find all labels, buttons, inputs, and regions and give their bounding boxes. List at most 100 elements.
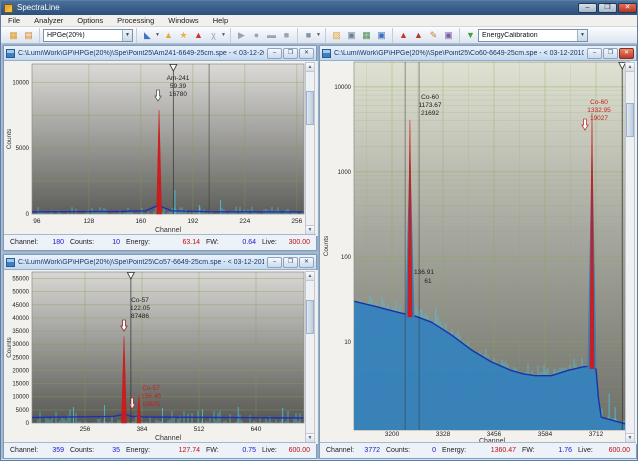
detector-config-icon[interactable]: ▦ (6, 28, 21, 42)
window-co57-titlebar[interactable]: C:\Lumi\Work\GP\HPGe(20%)\Spe\Point25\Co… (4, 255, 316, 270)
app-icon (4, 4, 13, 13)
svg-text:10: 10 (344, 340, 351, 346)
menu-item-windows[interactable]: Windows (161, 15, 205, 27)
vertical-scrollbar[interactable]: ▲ ▼ (305, 271, 315, 443)
peak-star-icon[interactable]: ★ (176, 28, 191, 42)
svg-text:10000: 10000 (334, 85, 351, 91)
svg-text:55000: 55000 (12, 277, 29, 283)
minimize-button[interactable]: – (578, 3, 597, 13)
svg-text:100: 100 (341, 255, 352, 261)
svg-text:3328: 3328 (436, 431, 451, 438)
record-icon[interactable]: ● (249, 28, 264, 42)
svg-text:224: 224 (239, 218, 250, 225)
status-field-fw: FW:1.76 (519, 447, 575, 454)
scroll-down-icon[interactable]: ▼ (306, 433, 314, 442)
peak-fit-icon[interactable]: ▲ (191, 28, 206, 42)
roi-edit-icon[interactable]: ▲ (411, 28, 426, 42)
chi-square-icon[interactable]: χ (206, 28, 221, 42)
toolbar: ▦▤HPGe(20%)▼◣▼▲★▲χ▼▶●▬■■▼▨▣▦▣▲▲✎▣▼Energy… (1, 27, 638, 44)
spectra-list-icon[interactable]: ▤ (21, 28, 36, 42)
window-co60: C:\Lumi\Work\GP\HPGe(20%)\Spe\Point25\Co… (319, 45, 637, 459)
detector-select-value: HPGe(20%) (44, 32, 122, 39)
spectrum-plot-co60[interactable]: Co-601173.6721692Co-601332.9519027136.91… (320, 61, 638, 444)
roi-add-icon[interactable]: ▲ (396, 28, 411, 42)
scroll-up-icon[interactable]: ▲ (306, 272, 314, 281)
peak-edit-icon[interactable]: ✎ (426, 28, 441, 42)
window-co60-close-button[interactable]: ✕ (619, 48, 634, 59)
menu-item-processing[interactable]: Processing (110, 15, 161, 27)
svg-text:50000: 50000 (12, 290, 29, 296)
save-spectrum-icon[interactable]: ▣ (344, 28, 359, 42)
detector-select[interactable]: HPGe(20%)▼ (43, 29, 133, 42)
menu-bar: FileAnalyzerOptionsProcessingWindowsHelp (1, 15, 638, 27)
pause-icon[interactable]: ▬ (264, 28, 279, 42)
chevron-down-icon[interactable]: ▼ (316, 32, 322, 38)
calibration-icon[interactable]: ▼ (463, 28, 478, 42)
menu-item-file[interactable]: File (1, 15, 27, 27)
scroll-thumb[interactable] (306, 91, 314, 125)
app-title: SpectraLine (17, 1, 60, 15)
window-am241-close-button[interactable]: ✕ (299, 48, 314, 59)
svg-text:384: 384 (137, 426, 148, 433)
window-co57-minimize-button[interactable]: – (267, 257, 282, 268)
chevron-down-icon[interactable]: ▼ (122, 30, 132, 41)
scroll-thumb[interactable] (626, 103, 634, 137)
spectrum-file-icon (6, 258, 15, 267)
start-acquisition-icon[interactable]: ▶ (234, 28, 249, 42)
menu-item-options[interactable]: Options (70, 15, 110, 27)
window-am241-titlebar[interactable]: C:\Lumi\Work\GP\HPGe(20%)\Spe\Point25\Am… (4, 46, 316, 61)
svg-text:Channel: Channel (155, 435, 182, 442)
spectrum-file-icon (322, 49, 331, 58)
window-co60-title: C:\Lumi\Work\GP\HPGe(20%)\Spe\Point25\Co… (334, 50, 584, 57)
scroll-up-icon[interactable]: ▲ (306, 63, 314, 72)
chevron-down-icon[interactable]: ▼ (577, 30, 587, 41)
spectrum-plot-am241[interactable]: Am-24159.3916780961281601922242560500010… (4, 61, 318, 236)
svg-text:128: 128 (83, 218, 94, 225)
status-field-channel: Channel:3772 (323, 447, 383, 454)
open-spectrum-icon[interactable]: ▨ (329, 28, 344, 42)
window-co60-titlebar[interactable]: C:\Lumi\Work\GP\HPGe(20%)\Spe\Point25\Co… (320, 46, 636, 61)
menu-item-help[interactable]: Help (206, 15, 235, 27)
window-am241-maximize-button[interactable]: ❒ (283, 48, 298, 59)
scroll-down-icon[interactable]: ▼ (626, 433, 634, 442)
report-icon[interactable]: ▦ (359, 28, 374, 42)
windows-layout-icon[interactable]: ▣ (441, 28, 456, 42)
scroll-thumb[interactable] (306, 300, 314, 334)
statusbar-co60: Channel:3772Counts:0Energy:1360.47FW:1.7… (320, 442, 636, 458)
svg-text:512: 512 (194, 426, 205, 433)
smoothing-icon[interactable]: ◣ (140, 28, 155, 42)
svg-text:3584: 3584 (538, 431, 553, 438)
svg-text:3200: 3200 (385, 431, 400, 438)
svg-text:Co-601173.6721692: Co-601173.6721692 (418, 94, 441, 117)
status-field-live: Live:600.00 (575, 447, 633, 454)
status-field-channel: Channel:180 (7, 239, 67, 246)
window-co57-close-button[interactable]: ✕ (299, 257, 314, 268)
vertical-scrollbar[interactable]: ▲ ▼ (625, 62, 635, 443)
svg-text:0: 0 (26, 421, 30, 427)
chevron-down-icon[interactable]: ▼ (221, 32, 227, 38)
window-co60-maximize-button[interactable]: ❒ (603, 48, 618, 59)
svg-text:Channel: Channel (155, 227, 182, 234)
peak-search-icon[interactable]: ▲ (161, 28, 176, 42)
spectrum-plot-co57[interactable]: Co-57122.0587486Co-57136.451082525638451… (4, 270, 318, 444)
status-field-fw: FW:0.75 (203, 447, 259, 454)
svg-text:30000: 30000 (12, 342, 29, 348)
svg-text:10000: 10000 (12, 395, 29, 401)
vertical-scrollbar[interactable]: ▲ ▼ (305, 62, 315, 235)
window-co57-maximize-button[interactable]: ❒ (283, 257, 298, 268)
scroll-down-icon[interactable]: ▼ (306, 225, 314, 234)
window-am241-minimize-button[interactable]: – (267, 48, 282, 59)
status-field-energy: Energy:1360.47 (439, 447, 519, 454)
svg-text:15000: 15000 (12, 382, 29, 388)
window-co60-minimize-button[interactable]: – (587, 48, 602, 59)
maximize-button[interactable]: ❒ (598, 3, 617, 13)
stop-all-icon[interactable]: ■ (301, 28, 316, 42)
calibration-select[interactable]: EnergyCalibration▼ (478, 29, 588, 42)
stop-icon[interactable]: ■ (279, 28, 294, 42)
statusbar-am241: Channel:180Counts:10Energy:63.14FW:0.64L… (4, 234, 316, 250)
export-icon[interactable]: ▣ (374, 28, 389, 42)
scroll-up-icon[interactable]: ▲ (626, 63, 634, 72)
close-button[interactable]: ✕ (618, 3, 637, 13)
menu-item-analyzer[interactable]: Analyzer (27, 15, 70, 27)
window-co57-title: C:\Lumi\Work\GP\HPGe(20%)\Spe\Point25\Co… (18, 259, 264, 266)
